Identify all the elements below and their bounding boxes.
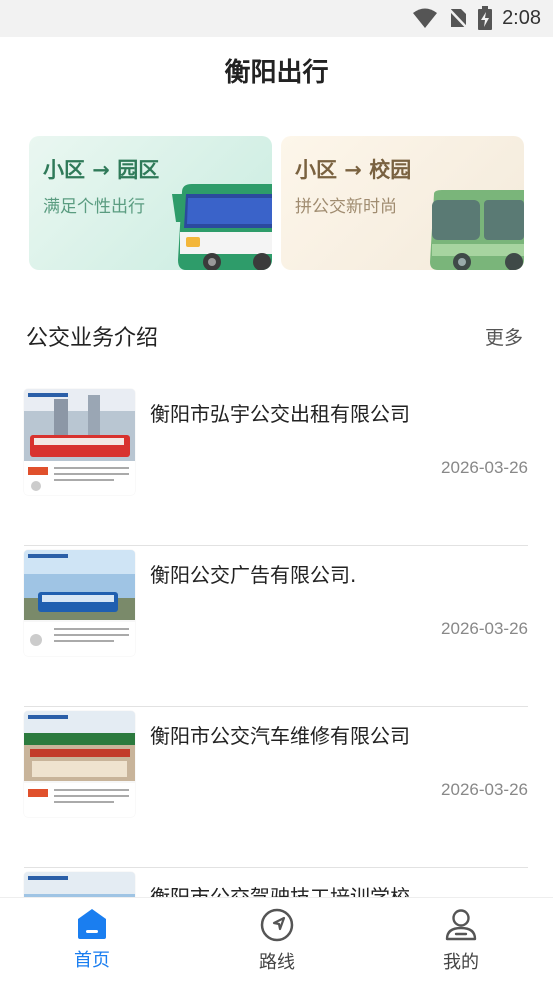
card-subtitle: 拼公交新时尚: [295, 197, 397, 217]
news-item[interactable]: 衡阳市弘宇公交出租有限公司 2026-03-26: [24, 384, 528, 546]
card-title: 小区 → 园区: [43, 158, 160, 182]
page-title: 衡阳出行: [224, 58, 329, 88]
news-date: 2026-03-26: [441, 780, 528, 799]
news-thumbnail: [24, 389, 135, 495]
news-thumbnail: [24, 711, 135, 817]
tab-mine[interactable]: 我的: [406, 908, 516, 974]
news-title: 衡阳市公交汽车维修有限公司: [150, 724, 410, 748]
user-icon: [445, 909, 477, 941]
news-title: 衡阳公交广告有限公司.: [150, 563, 357, 587]
tab-home[interactable]: 首页: [37, 908, 147, 972]
battery-charging-icon: [478, 6, 493, 30]
card-community-to-park[interactable]: 小区 → 园区 满足个性出行: [29, 136, 272, 270]
navigation-icon: [260, 908, 294, 942]
status-bar: 2:08: [0, 0, 553, 37]
tab-label: 我的: [443, 952, 479, 973]
news-title: 衡阳市弘宇公交出租有限公司: [150, 402, 410, 426]
card-title: 小区 → 校园: [295, 158, 412, 182]
news-item[interactable]: 衡阳公交广告有限公司. 2026-03-26: [24, 545, 528, 707]
news-date: 2026-03-26: [441, 619, 528, 638]
news-item[interactable]: 衡阳市公交汽车维修有限公司 2026-03-26: [24, 706, 528, 868]
card-subtitle: 满足个性出行: [43, 197, 145, 217]
news-thumbnail: [24, 550, 135, 656]
bus-icon: [430, 190, 524, 270]
bus-icon: [172, 184, 272, 270]
no-sim-icon: [448, 8, 468, 29]
section-title: 公交业务介绍: [26, 326, 159, 351]
bottom-nav: 首页 路线 我的: [0, 897, 553, 983]
tab-label: 首页: [74, 950, 110, 971]
card-community-to-campus[interactable]: 小区 → 校园 拼公交新时尚: [281, 136, 524, 270]
tab-route[interactable]: 路线: [222, 908, 332, 974]
more-link[interactable]: 更多: [485, 323, 523, 350]
tab-label: 路线: [259, 952, 295, 973]
home-icon: [78, 909, 106, 939]
news-date: 2026-03-26: [441, 458, 528, 477]
wifi-icon: [413, 8, 438, 28]
status-time: 2:08: [502, 6, 541, 29]
